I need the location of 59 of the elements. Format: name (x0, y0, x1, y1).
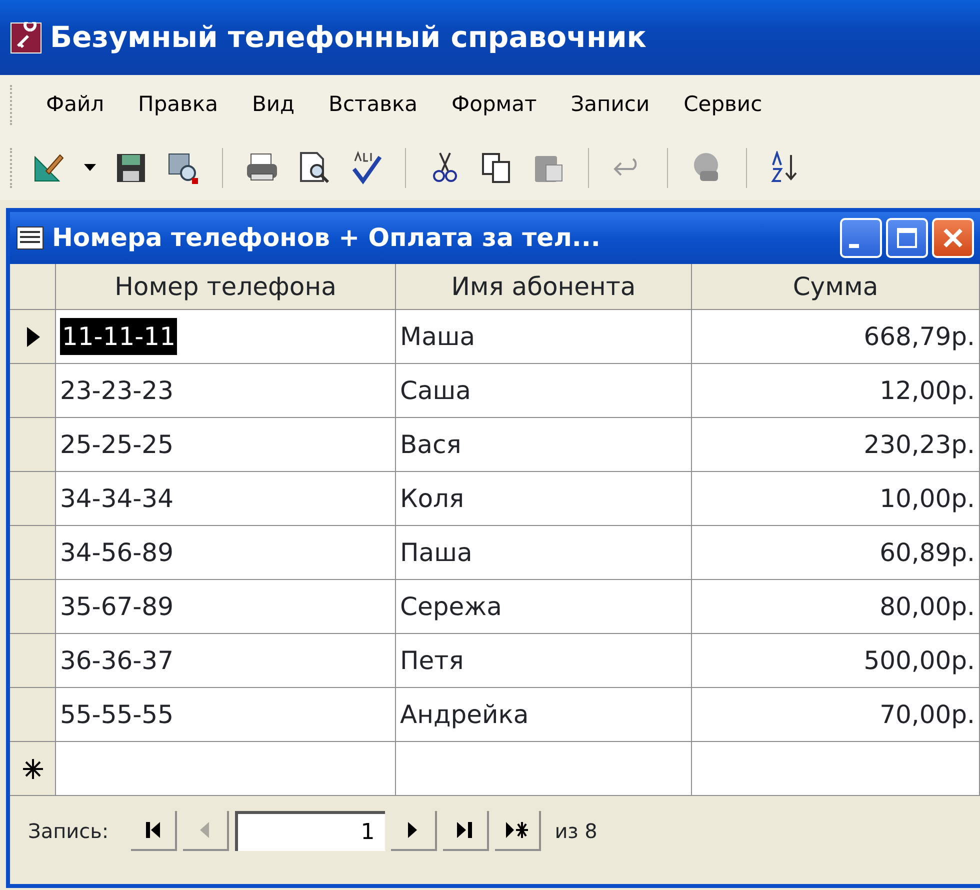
table-cell[interactable]: 34-34-34 (56, 472, 396, 526)
column-header: Номер телефона (56, 264, 396, 310)
table-cell[interactable]: 500,00р. (692, 634, 980, 688)
dropdown-caret-icon[interactable] (84, 164, 96, 172)
table-cell[interactable]: Сережа (396, 580, 692, 634)
menu-item[interactable]: Записи (570, 87, 650, 123)
table-cell[interactable]: 35-67-89 (56, 580, 396, 634)
table-cell[interactable]: 25-25-25 (56, 418, 396, 472)
table-cell[interactable]: 70,00р. (692, 688, 980, 742)
table-cell[interactable]: 80,00р. (692, 580, 980, 634)
table-cell[interactable]: 11-11-11 (56, 310, 396, 364)
table-cell[interactable]: 55-55-55 (56, 688, 396, 742)
table-cell[interactable]: 23-23-23 (56, 364, 396, 418)
column-header: Имя абонента (396, 264, 692, 310)
table-cell[interactable]: 230,23р. (692, 418, 980, 472)
table-cell[interactable]: 36-36-37 (56, 634, 396, 688)
table-cell[interactable]: Саша (396, 364, 692, 418)
record-count: из 8 (554, 818, 598, 845)
menu-item[interactable]: Сервис (684, 87, 762, 123)
table-cell[interactable]: Андрейка (396, 688, 692, 742)
current-record-icon (24, 326, 40, 348)
key-icon (10, 22, 42, 54)
table-cell[interactable]: Коля (396, 472, 692, 526)
table-cell[interactable]: 34-56-89 (56, 526, 396, 580)
window-title: Номера телефонов + Оплата за тел... (52, 222, 602, 254)
record-selector[interactable] (10, 310, 56, 364)
minimize-icon (849, 244, 859, 248)
table-cell[interactable]: 12,00р. (692, 364, 980, 418)
table-cell[interactable]: 10,00р. (692, 472, 980, 526)
window-title: Безумный телефонный справочник (50, 18, 646, 56)
menu-item[interactable]: Вставка (328, 87, 418, 123)
first-record-icon (144, 821, 161, 839)
print-preview-icon[interactable] (297, 150, 331, 184)
new-record-icon (504, 821, 529, 839)
table-cell[interactable]: Паша (396, 526, 692, 580)
menu-item[interactable]: Файл (46, 87, 104, 123)
new-record-icon (22, 758, 44, 780)
form-icon (16, 226, 44, 250)
menu-item[interactable]: Формат (452, 87, 537, 123)
last-record-icon (456, 821, 474, 839)
next-record-icon (407, 821, 418, 839)
close-button[interactable] (932, 218, 974, 258)
table-cell[interactable]: Петя (396, 634, 692, 688)
menu-item[interactable]: Правка (138, 87, 218, 123)
previous-record-icon (199, 821, 210, 839)
table-cell[interactable]: Вася (396, 418, 692, 472)
corner-header (10, 264, 56, 310)
maximize-icon (896, 227, 918, 249)
close-icon (942, 227, 964, 249)
table-cell[interactable]: 668,79р. (692, 310, 980, 364)
menu-item[interactable]: Вид (252, 87, 295, 123)
table-cell[interactable]: Маша (396, 310, 692, 364)
minimize-button[interactable] (840, 218, 882, 258)
record-number-field[interactable]: 1 (234, 811, 385, 851)
maximize-button[interactable] (886, 218, 928, 258)
record-label: Запись: (28, 818, 109, 845)
table-cell[interactable]: 60,89р. (692, 526, 980, 580)
column-header: Сумма (692, 264, 980, 310)
table-zoom-icon[interactable] (166, 150, 200, 184)
